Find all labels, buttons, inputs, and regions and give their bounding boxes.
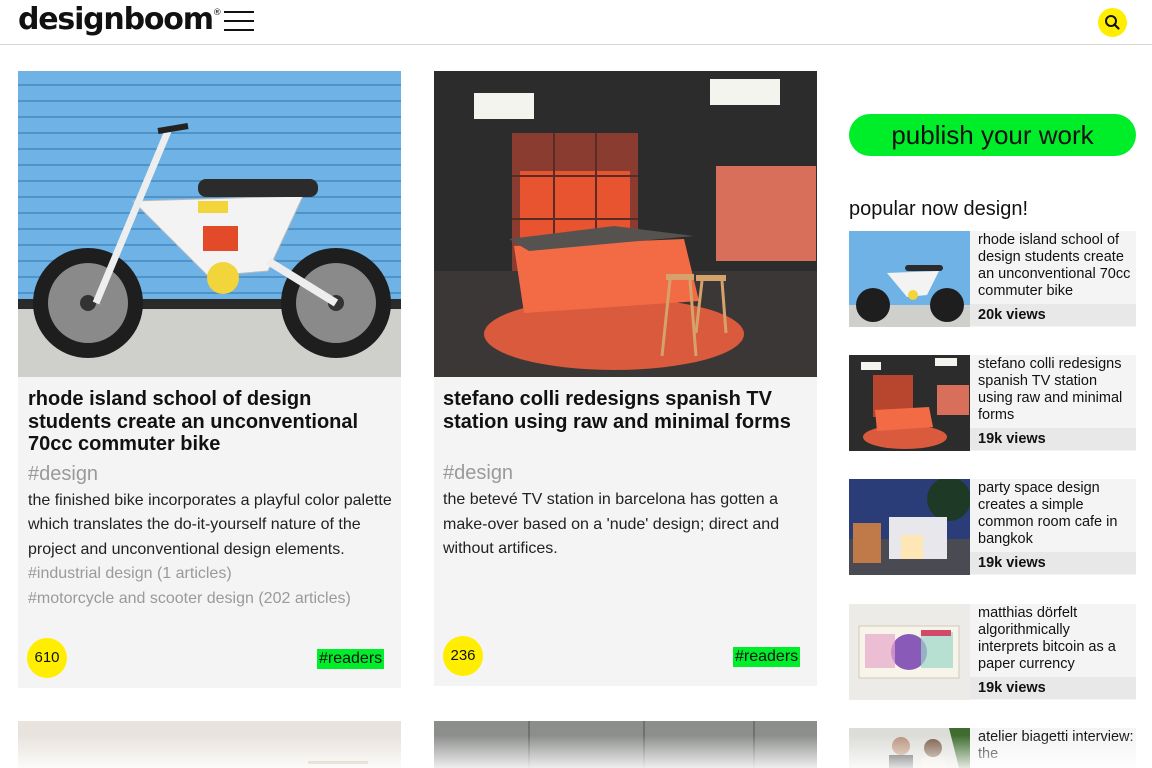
popular-item[interactable]: atelier biagetti interview: the: [849, 728, 1136, 768]
popular-item[interactable]: matthias dörfelt algorithmically interpr…: [849, 604, 1136, 700]
site-header: designboom®: [0, 0, 1152, 45]
popular-item[interactable]: party space design creates a simple comm…: [849, 479, 1136, 575]
popular-item-title[interactable]: party space design creates a simple comm…: [978, 480, 1134, 548]
search-button[interactable]: [1098, 8, 1127, 37]
popular-item-title[interactable]: atelier biagetti interview: the: [978, 729, 1134, 763]
popular-thumbnail[interactable]: [849, 479, 970, 575]
readers-badge[interactable]: #readers: [317, 649, 385, 669]
article-description: the finished bike incorporates a playful…: [28, 491, 392, 558]
article-card[interactable]: rhode island school of design students c…: [18, 71, 401, 688]
article-description: the betevé TV station in barcelona has g…: [443, 491, 780, 557]
article-tag[interactable]: #industrial design (1 articles): [28, 562, 396, 587]
article-card[interactable]: stefano colli redesigns spanish TV stati…: [434, 71, 817, 686]
popular-thumbnail[interactable]: [849, 231, 970, 327]
popular-item-title[interactable]: matthias dörfelt algorithmically interpr…: [978, 605, 1134, 673]
popular-section-title: popular now design!: [849, 198, 1029, 220]
article-category[interactable]: #design: [443, 461, 811, 485]
article-image[interactable]: [434, 721, 817, 768]
logo[interactable]: designboom®: [18, 2, 222, 37]
popular-thumbnail[interactable]: [849, 604, 970, 700]
popular-item-title[interactable]: stefano colli redesigns spanish TV stati…: [978, 356, 1134, 424]
article-image[interactable]: [18, 71, 401, 377]
popular-thumbnail[interactable]: [849, 355, 970, 451]
article-category[interactable]: #design: [28, 462, 396, 486]
publish-your-work-button[interactable]: publish your work: [849, 114, 1136, 156]
article-card[interactable]: [434, 721, 817, 768]
search-icon: [1105, 15, 1120, 30]
article-title[interactable]: stefano colli redesigns spanish TV stati…: [443, 388, 811, 433]
popular-item[interactable]: rhode island school of design students c…: [849, 231, 1136, 327]
menu-icon[interactable]: [224, 11, 254, 31]
popular-item[interactable]: stefano colli redesigns spanish TV stati…: [849, 355, 1136, 451]
popular-item-views: 20k views: [970, 304, 1136, 326]
article-title[interactable]: rhode island school of design students c…: [28, 388, 396, 456]
popular-item-views: 19k views: [970, 428, 1136, 450]
comment-count[interactable]: 610: [27, 638, 67, 678]
article-image[interactable]: [434, 71, 817, 377]
popular-thumbnail[interactable]: [849, 728, 970, 768]
article-tag[interactable]: #motorcycle and scooter design (202 arti…: [28, 587, 396, 612]
article-image[interactable]: [18, 721, 401, 768]
article-card[interactable]: [18, 721, 401, 768]
popular-item-title[interactable]: rhode island school of design students c…: [978, 232, 1134, 300]
popular-item-views: 19k views: [970, 552, 1136, 574]
popular-item-views: 19k views: [970, 677, 1136, 699]
comment-count[interactable]: 236: [443, 636, 483, 676]
readers-badge[interactable]: #readers: [733, 647, 801, 667]
